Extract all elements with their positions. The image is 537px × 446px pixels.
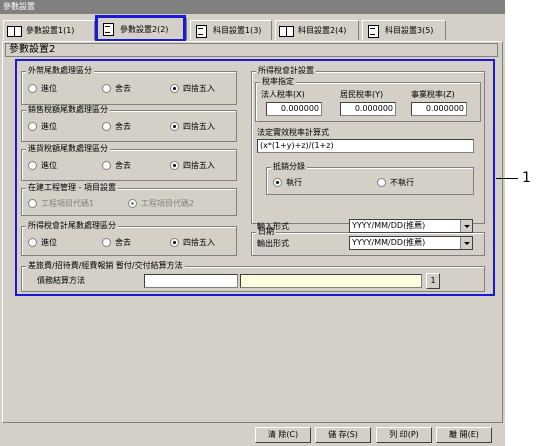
print-button[interactable]: 列 印(P)	[376, 427, 432, 443]
book-icon	[7, 25, 22, 37]
book-icon	[279, 25, 294, 37]
section-title: 參數設置2	[5, 43, 498, 57]
window-title: 參數設置	[0, 0, 505, 14]
tab-account-1[interactable]: 科目設置1(3)	[190, 20, 272, 40]
tab-account-2[interactable]: 科目設置2(4)	[275, 20, 359, 40]
settings-window: 參數設置 參數設置1(1) 參數設置2(2) 科目設置1(3) 科目設置2(4)…	[0, 0, 505, 446]
tab-account-3[interactable]: 科目設置3(5)	[362, 20, 446, 40]
active-tab-highlight	[95, 15, 186, 42]
clear-button[interactable]: 清 除(C)	[255, 427, 311, 443]
callout-line	[496, 178, 518, 179]
group-title: 差旅費/招待費/經費報銷 暫付/交付結算方法	[26, 261, 185, 271]
settlement-group: 差旅費/招待費/經費報銷 暫付/交付結算方法 債務結算方法 1	[21, 261, 485, 292]
settlement-code-input[interactable]	[144, 274, 238, 288]
settlement-name-field	[240, 274, 422, 288]
settlement-label: 債務結算方法	[37, 276, 85, 285]
settlement-lookup-button[interactable]: 1	[426, 273, 440, 289]
save-button[interactable]: 儲 存(S)	[315, 427, 371, 443]
document-icon	[366, 24, 381, 38]
callout-number: 1	[522, 170, 531, 186]
exit-button[interactable]: 離 開(E)	[436, 427, 492, 443]
list-icon	[194, 24, 209, 38]
tab-parameter-1[interactable]: 參數設置1(1)	[3, 20, 95, 40]
